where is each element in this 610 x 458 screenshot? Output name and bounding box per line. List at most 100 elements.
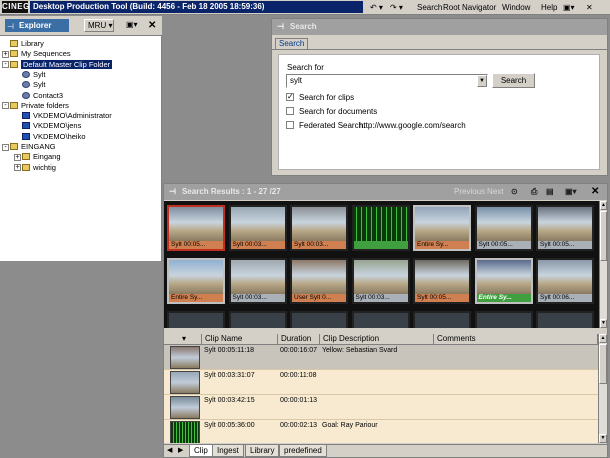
clip-caption: Sylt 00:06... <box>538 294 592 302</box>
column-clip-description[interactable]: Clip Description <box>320 334 434 345</box>
tree-expander-icon[interactable]: + <box>2 50 9 58</box>
tree-item[interactable]: Default Master Clip Folder <box>10 59 113 70</box>
tree-item[interactable]: VKDEMO\jens <box>22 121 81 131</box>
search-clips-checkbox[interactable]: ✓ <box>286 93 294 101</box>
clip-thumbnail[interactable]: Sylt 00:05... <box>536 205 594 251</box>
mru-dropdown[interactable]: MRU ▾ <box>84 19 114 32</box>
previous-button[interactable]: Previous <box>454 184 485 200</box>
export-icon[interactable]: ▤ <box>546 184 554 200</box>
clip-thumbnail[interactable] <box>351 311 410 328</box>
menu-navigator[interactable]: Navigator <box>462 3 496 12</box>
clip-thumbnail[interactable]: Sylt 00:05... <box>167 205 225 251</box>
tree-expander-icon[interactable]: + <box>14 153 21 161</box>
tree-item[interactable]: Sylt <box>22 70 46 80</box>
menu-help[interactable]: Help <box>541 3 557 12</box>
sort-column-header[interactable]: ▾ <box>164 334 202 345</box>
tree-item[interactable]: Sylt <box>22 80 46 90</box>
thumbnail-scrollbar[interactable]: ▲ ▼ <box>599 201 607 328</box>
tree-item-label: Library <box>21 39 44 48</box>
scroll-up-icon[interactable]: ▲ <box>599 334 607 343</box>
tree-item[interactable]: Private folders <box>10 101 69 111</box>
pin-icon[interactable]: ⊣ <box>277 19 284 35</box>
table-row[interactable]: Sylt 00:03:42:15 00:00:01:13 <box>164 395 598 420</box>
close-icon[interactable]: ✕ <box>586 3 593 12</box>
tree-item[interactable]: Contact3 <box>22 91 63 101</box>
tab-search[interactable]: Search <box>275 38 309 49</box>
tab-library[interactable]: Library <box>245 445 280 457</box>
close-icon[interactable]: ✕ <box>148 21 156 31</box>
search-input-value: sylt <box>290 76 302 85</box>
tree-item[interactable]: EINGANG <box>10 142 56 152</box>
clip-thumbnail[interactable]: Sylt 00:03... <box>351 258 410 304</box>
tree-item[interactable]: VKDEMO\Administrator <box>22 111 112 121</box>
clip-thumbnail[interactable]: Sylt 00:05... <box>474 205 533 251</box>
tab-scroll-left-icon[interactable]: ◀ <box>167 446 172 454</box>
tree-expander-icon[interactable]: - <box>2 61 9 69</box>
tab-scroll-right-icon[interactable]: ▶ <box>178 446 183 454</box>
scroll-up-icon[interactable]: ▲ <box>600 201 607 210</box>
tree-item[interactable]: My Sequences <box>10 49 71 59</box>
window-menu-icon[interactable]: ▣▾ <box>126 20 138 29</box>
table-scrollbar[interactable]: ▲ ▼ <box>598 334 607 443</box>
scroll-thumb[interactable] <box>599 344 607 384</box>
tree-item[interactable]: VKDEMO\heiko <box>22 132 86 142</box>
chevron-down-icon[interactable]: ▼ <box>477 75 487 87</box>
clip-thumbnail[interactable]: Entire Sy... <box>474 258 533 304</box>
tree-expander-icon[interactable]: - <box>2 102 9 110</box>
next-button[interactable]: Next <box>487 184 503 200</box>
clip-thumbnail[interactable] <box>228 311 287 328</box>
clip-thumbnail[interactable]: User Sylt 0... <box>290 258 348 304</box>
clip-thumbnail[interactable]: Sylt 00:03... <box>290 205 348 251</box>
scroll-thumb[interactable] <box>600 211 607 261</box>
window-menu-icon[interactable]: ▣▾ <box>563 3 575 12</box>
column-comments[interactable]: Comments <box>434 334 598 345</box>
column-clip-name[interactable]: Clip Name <box>202 334 278 345</box>
close-icon[interactable]: ✕ <box>591 187 599 197</box>
mru-label: MRU <box>88 21 107 30</box>
tree-item[interactable]: Eingang <box>22 152 61 162</box>
clip-preview-image <box>415 207 469 241</box>
table-row[interactable]: Sylt 00:03:31:07 00:00:11:08 <box>164 370 598 395</box>
print-icon[interactable]: ⎙ <box>531 184 537 200</box>
pin-icon[interactable]: ⊣ <box>169 184 176 200</box>
clip-thumbnail[interactable]: Sylt 00:06... <box>536 258 594 304</box>
clip-thumbnail[interactable]: Entire Sy... <box>413 205 471 251</box>
window-menu-icon[interactable]: ▣▾ <box>565 184 577 200</box>
clip-thumbnail[interactable] <box>351 205 410 251</box>
clip-thumbnail[interactable] <box>290 311 348 328</box>
clip-caption: Sylt 00:05... <box>476 241 531 249</box>
clip-thumbnail[interactable]: Sylt 00:03... <box>228 205 287 251</box>
menu-search[interactable]: Search <box>417 3 442 12</box>
tab-predefined[interactable]: predefined <box>279 445 327 457</box>
clip-thumbnail[interactable]: Sylt 00:05... <box>413 258 471 304</box>
clip-thumbnail[interactable] <box>536 311 594 328</box>
clip-thumbnail[interactable] <box>413 311 471 328</box>
scroll-down-icon[interactable]: ▼ <box>600 319 607 328</box>
column-duration[interactable]: Duration <box>278 334 320 345</box>
search-button[interactable]: Search <box>492 73 535 88</box>
search-input[interactable]: sylt ▼ <box>286 74 488 88</box>
undo-icon[interactable]: ↶ ▾ <box>370 3 383 12</box>
search-documents-checkbox[interactable] <box>286 107 294 115</box>
pin-icon[interactable]: ⊣ <box>7 22 14 31</box>
clip-thumbnail[interactable] <box>474 311 533 328</box>
clip-preview-image <box>292 207 346 241</box>
federated-search-checkbox[interactable] <box>286 121 294 129</box>
binoculars-icon[interactable]: ⊙ <box>511 184 518 200</box>
tree-item[interactable]: wichtig <box>22 163 56 173</box>
clip-caption: Entire Sy... <box>169 294 223 302</box>
clip-thumbnail[interactable]: Sylt 00:03... <box>228 258 287 304</box>
clip-thumbnail[interactable]: Entire Sy... <box>167 258 225 304</box>
tab-clip[interactable]: Clip <box>189 445 213 457</box>
scroll-down-icon[interactable]: ▼ <box>599 434 607 443</box>
menu-window[interactable]: Window <box>502 3 530 12</box>
tree-expander-icon[interactable]: + <box>14 164 21 172</box>
menu-root[interactable]: Root <box>443 3 460 12</box>
table-row[interactable]: Sylt 00:05:11:18 00:00:16:07 Yellow: Sebas… <box>164 345 598 370</box>
tab-ingest[interactable]: Ingest <box>212 445 244 457</box>
tree-expander-icon[interactable]: - <box>2 143 9 151</box>
table-row[interactable]: Sylt 00:05:36:00 00:00:02:13 Goal: Ray Par… <box>164 420 598 443</box>
tree-item[interactable]: Library <box>10 39 44 49</box>
redo-icon[interactable]: ↷ ▾ <box>390 3 403 12</box>
clip-thumbnail[interactable] <box>167 311 225 328</box>
